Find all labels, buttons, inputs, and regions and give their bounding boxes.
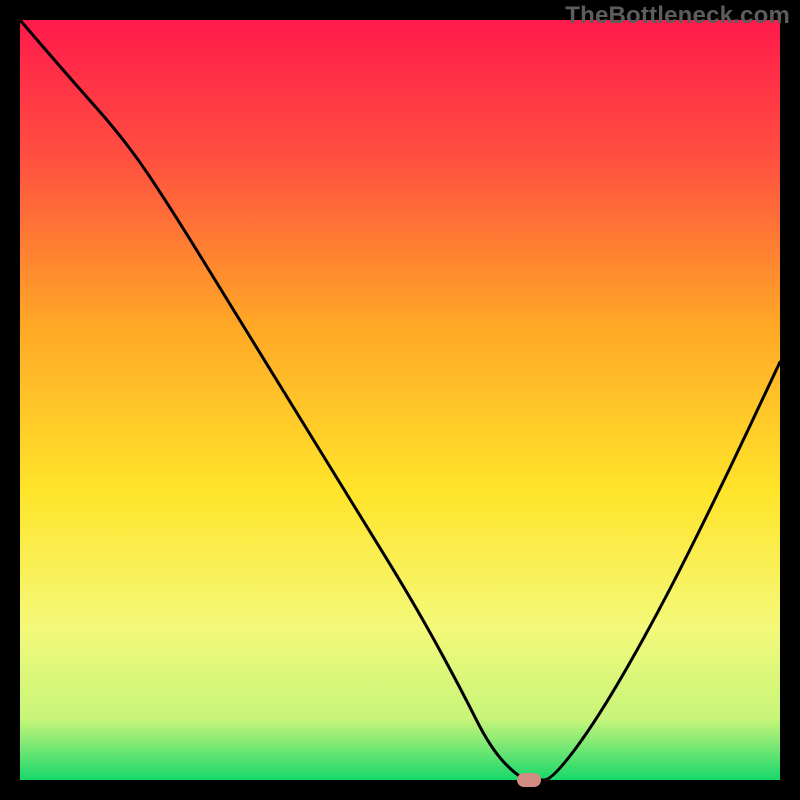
bottleneck-curve — [20, 20, 780, 780]
plot-area — [20, 20, 780, 780]
optimum-marker — [517, 773, 541, 787]
chart-frame: TheBottleneck.com — [0, 0, 800, 800]
curve-path — [20, 20, 780, 780]
watermark-text: TheBottleneck.com — [565, 2, 790, 30]
